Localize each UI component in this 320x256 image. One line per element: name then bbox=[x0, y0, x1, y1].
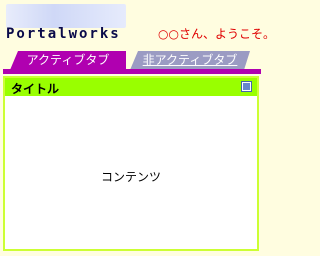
logo-graphic bbox=[6, 4, 126, 28]
panel-content: コンテンツ bbox=[100, 170, 161, 184]
panel-title: タイトル bbox=[11, 82, 60, 96]
panel-header: タイトル bbox=[5, 78, 257, 96]
tab-inactive[interactable]: 非アクティブタブ bbox=[130, 51, 250, 70]
logo-text: Portalworks bbox=[6, 26, 121, 42]
welcome-message: ○○さん、ようこそ。 bbox=[158, 27, 275, 41]
window-restore-icon[interactable] bbox=[241, 81, 252, 92]
tab-underline bbox=[3, 69, 261, 74]
portalworks-logo: Portalworks bbox=[2, 0, 126, 52]
tab-active[interactable]: アクティブタブ bbox=[10, 51, 126, 70]
portlet-panel: タイトル コンテンツ bbox=[3, 76, 259, 251]
